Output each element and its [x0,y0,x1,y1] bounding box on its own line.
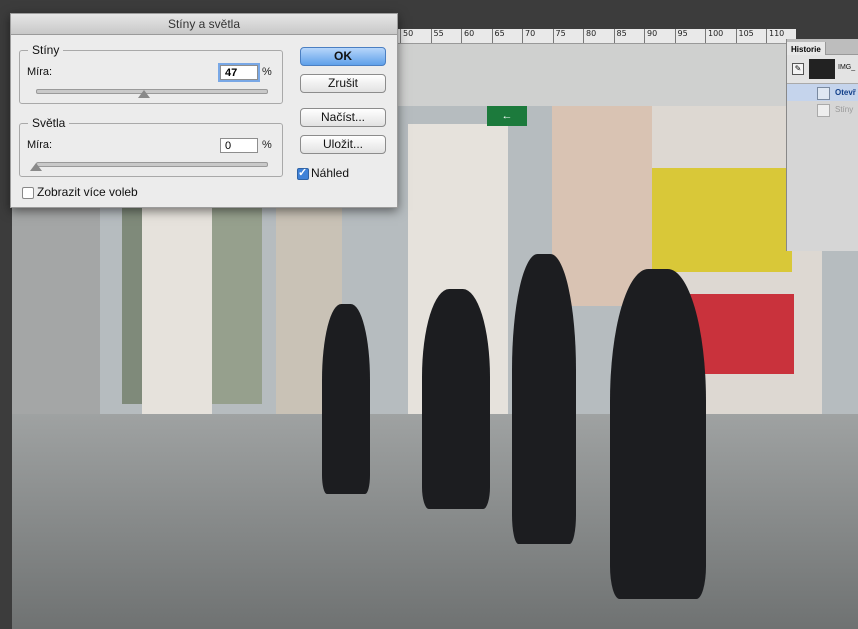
history-state-label: Otevř [835,88,856,97]
ruler-tick-label: 65 [491,29,505,43]
document-icon [817,104,830,117]
ruler-tick-label: 95 [674,29,688,43]
horizontal-ruler: 50 55 60 65 70 75 80 85 90 95 100 105 110 [396,29,796,44]
photo-person [322,304,370,494]
shadows-highlights-dialog: Stíny a světla Stíny Míra: 47 % Světla M… [10,13,398,208]
highlights-amount-input[interactable]: 0 [220,138,258,153]
photo-yellow-poster [652,168,792,272]
history-tabbar: Historie [787,39,858,57]
shadows-unit: % [262,66,272,78]
history-state-shadows[interactable]: Stíny [787,101,858,118]
ruler-tick-label: 50 [400,29,413,43]
ruler-tick-label: 80 [583,29,596,43]
ruler-tick-label: 75 [552,29,566,43]
ruler-tick-label: 70 [522,29,535,43]
ok-button[interactable]: OK [300,47,386,66]
highlights-amount-label: Míra: [27,139,53,151]
preview-label[interactable]: Náhled [311,166,349,180]
ruler-tick-label: 60 [461,29,474,43]
ruler-tick-label: 105 [735,29,754,43]
history-panel: Historie ✎ IMG_ Otevř Stíny [786,39,858,251]
load-button[interactable]: Načíst... [300,108,386,127]
shadows-group-label: Stíny [28,43,64,57]
history-state-open[interactable]: Otevř [787,84,858,101]
photo-person [422,289,490,509]
shadows-amount-slider[interactable] [36,89,268,94]
photo-person [610,269,706,599]
photo-person [512,254,576,544]
save-button[interactable]: Uložit... [300,135,386,154]
more-options-label[interactable]: Zobrazit více voleb [37,185,138,199]
snapshot-name: IMG_ [838,64,856,71]
highlights-slider-thumb[interactable] [30,163,42,171]
snapshot-thumbnail [809,59,835,79]
ruler-tick-label: 85 [613,29,627,43]
shadows-amount-input[interactable]: 47 [220,65,258,80]
shadows-slider-thumb[interactable] [138,90,151,98]
highlights-unit: % [262,139,272,151]
photo-exit-sign: ← [487,106,527,126]
brush-icon[interactable]: ✎ [792,63,804,75]
shadows-amount-label: Míra: [27,66,53,78]
photo-exhibit-panel [142,204,212,414]
ruler-tick-label: 100 [705,29,723,43]
preview-checkbox[interactable] [297,166,309,180]
more-options-checkbox[interactable] [22,187,34,199]
highlights-amount-slider[interactable] [36,162,268,167]
highlights-group-label: Světla [28,116,70,130]
cancel-button[interactable]: Zrušit [300,74,386,93]
document-icon [817,87,830,100]
ruler-tick-label: 55 [430,29,444,43]
history-state-label: Stíny [835,105,854,114]
ruler-tick-label: 90 [644,29,657,43]
highlights-group: Světla Míra: 0 % [19,116,283,177]
history-snapshot[interactable]: ✎ IMG_ [787,55,858,84]
dialog-title[interactable]: Stíny a světla [11,14,397,35]
ruler-tick-label: 110 [766,29,784,43]
shadows-group: Stíny Míra: 47 % [19,43,283,104]
